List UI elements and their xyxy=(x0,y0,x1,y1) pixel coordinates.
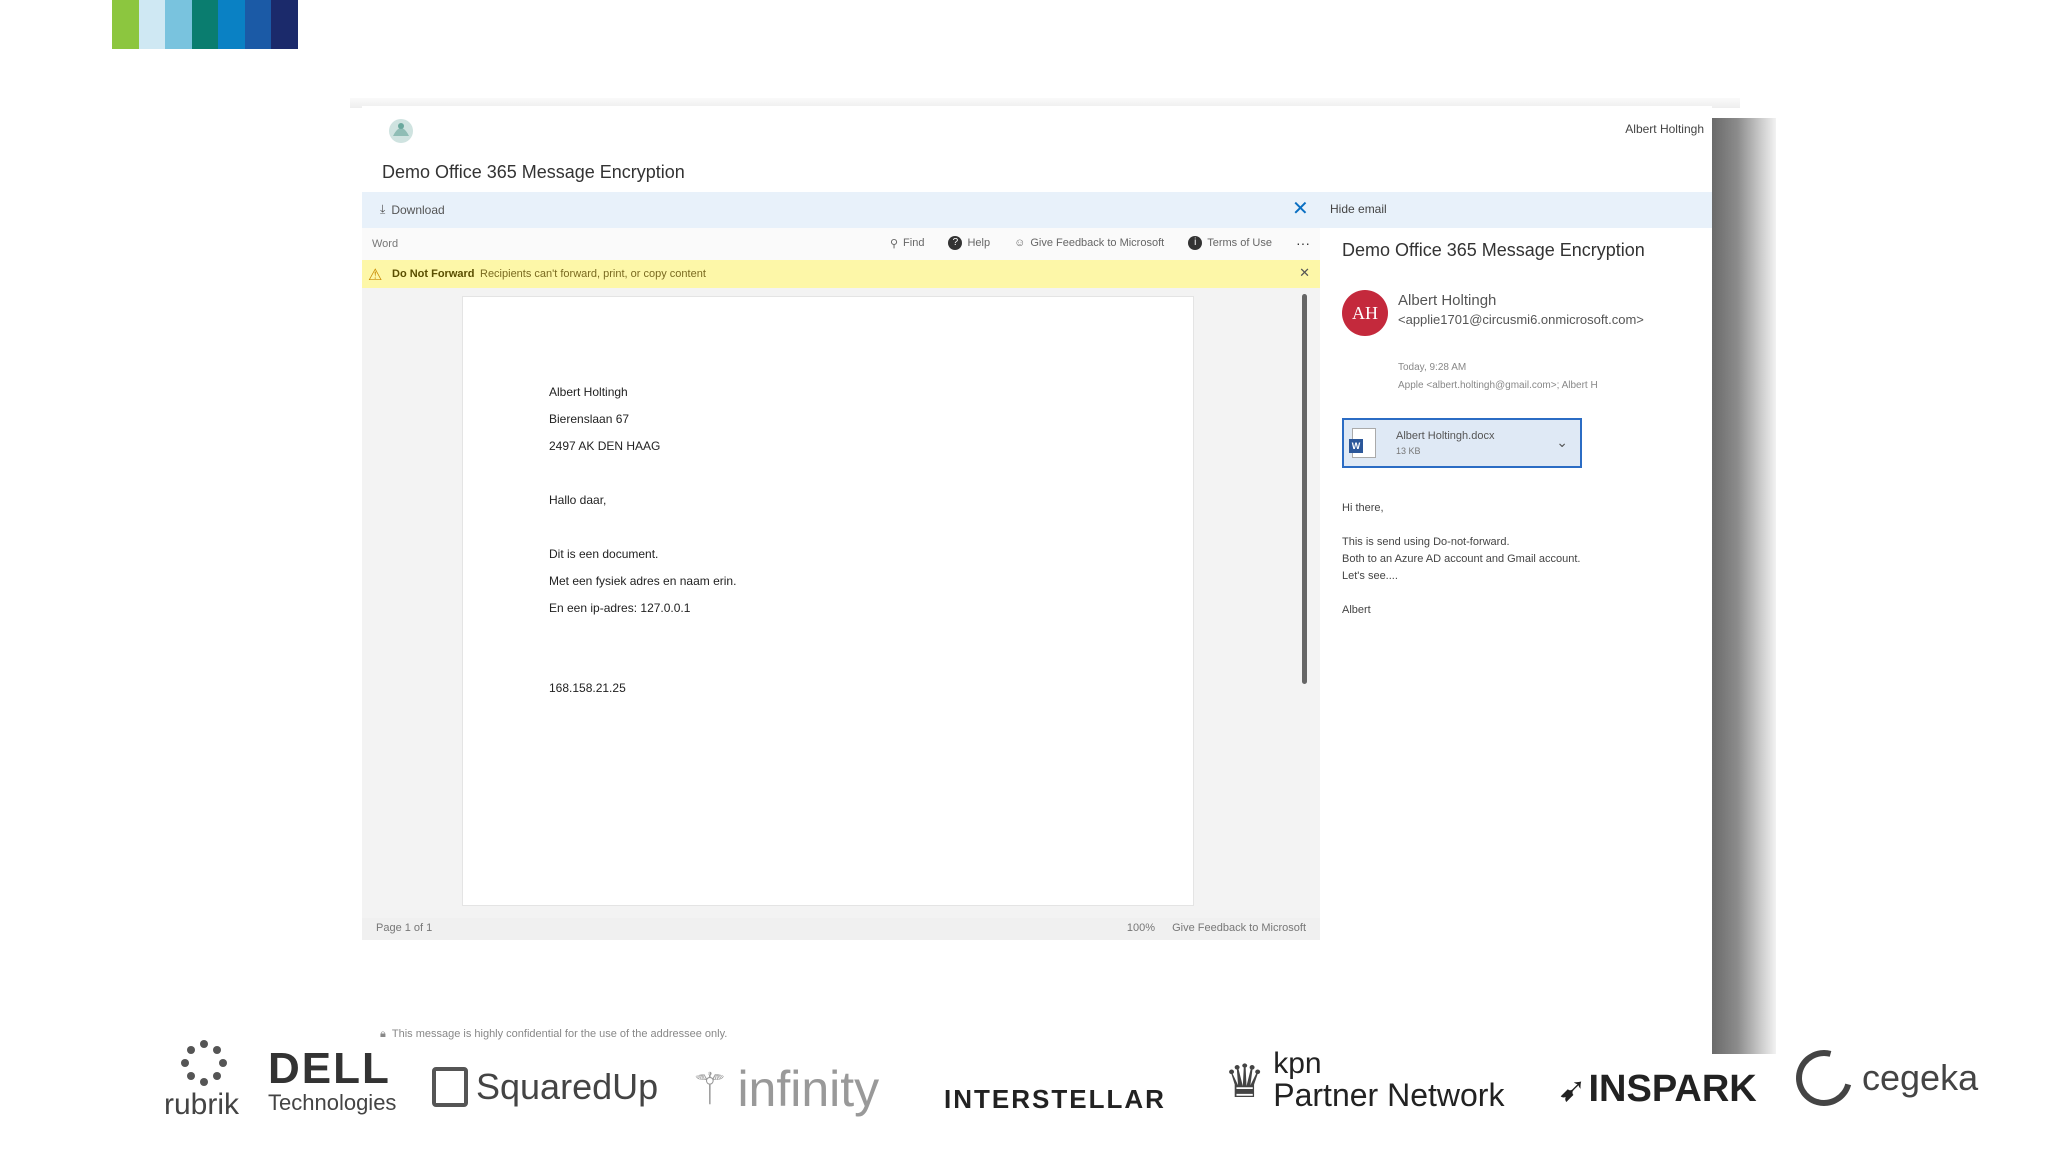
download-button[interactable]: ⤓ Download xyxy=(380,202,445,217)
dell-subtitle: Technologies xyxy=(268,1090,397,1115)
avatar: AH xyxy=(1342,290,1388,336)
doc-line: 168.158.21.25 xyxy=(549,681,626,695)
find-label: Find xyxy=(903,237,925,249)
attachment-size: 13 KB xyxy=(1396,446,1421,456)
crest-logo-icon xyxy=(389,119,413,143)
cegeka-wordmark: cegeka xyxy=(1862,1057,1979,1098)
infinity-mark-icon: ⚚ xyxy=(690,1064,730,1114)
page-title: Demo Office 365 Message Encryption xyxy=(382,162,685,182)
colorbar-segment xyxy=(244,0,272,49)
colorbar-segment xyxy=(165,0,192,49)
dell-logo: DELL Technologies xyxy=(268,1044,396,1116)
attachment-card[interactable]: W Albert Holtingh.docx 13 KB ⌄ xyxy=(1342,418,1582,468)
encrypted-message-window: Albert Holtingh Demo Office 365 Message … xyxy=(362,106,1712,1054)
mail-time: Today, 9:28 AM xyxy=(1398,362,1467,373)
inspark-logo: ➹ INSPARK xyxy=(1558,1068,1757,1111)
doc-line: 2497 AK DEN HAAG xyxy=(549,439,661,453)
mail-body-line: Hi there, xyxy=(1342,502,1384,514)
signed-in-user[interactable]: Albert Holtingh xyxy=(1625,122,1704,136)
cegeka-logo: cegeka xyxy=(1785,1039,1979,1117)
sender-email: <applie1701@circusmi6.onmicrosoft.com> xyxy=(1398,312,1644,327)
zoom-level[interactable]: 100% xyxy=(1127,922,1155,934)
infinity-wordmark: infinity xyxy=(737,1061,880,1117)
search-icon: ⚲ xyxy=(889,237,899,250)
close-icon[interactable]: ✕ xyxy=(1292,196,1309,221)
doc-line: Met een fysiek adres en naam erin. xyxy=(549,574,737,588)
command-bar: ⤓ Download ✕ Hide email xyxy=(362,192,1712,228)
chevron-down-icon[interactable]: ⌄ xyxy=(1556,434,1568,451)
word-file-icon: W xyxy=(1349,428,1376,458)
doc-line: Dit is een document. xyxy=(549,547,659,561)
brand-colorbar xyxy=(112,0,299,49)
mail-recipients: Apple <albert.holtingh@gmail.com>; Alber… xyxy=(1398,380,1598,391)
terms-label: Terms of Use xyxy=(1207,237,1272,249)
more-options-button[interactable]: ··· xyxy=(1296,235,1310,251)
download-label: Download xyxy=(391,202,445,217)
terms-button[interactable]: i Terms of Use xyxy=(1188,236,1272,250)
kpn-logo: ♛ kpn Partner Network xyxy=(1224,1047,1505,1113)
inspark-wordmark: INSPARK xyxy=(1588,1068,1757,1110)
inspark-mark-icon: ➹ xyxy=(1558,1070,1587,1109)
feedback-label: Give Feedback to Microsoft xyxy=(1030,237,1165,249)
status-feedback-link[interactable]: Give Feedback to Microsoft xyxy=(1172,922,1306,934)
colorbar-segment xyxy=(191,0,219,49)
infinity-logo: ⚚ infinity xyxy=(690,1060,879,1118)
colorbar-segment xyxy=(218,0,245,49)
document-page: Albert Holtingh Bierenslaan 67 2497 AK D… xyxy=(462,296,1194,906)
app-label: Word xyxy=(372,238,399,250)
interstellar-wordmark: INTERSTELLAR xyxy=(944,1084,1166,1114)
squaredup-wordmark: SquaredUp xyxy=(476,1066,659,1107)
viewer-toolbar: Word ⚲ Find ? Help ☺ Give Feedback to Mi… xyxy=(362,228,1320,260)
help-icon: ? xyxy=(948,236,963,250)
mail-subject: Demo Office 365 Message Encryption xyxy=(1342,240,1645,260)
frame-shadow xyxy=(1712,118,1776,1054)
find-button[interactable]: ⚲ Find xyxy=(890,237,924,250)
kpn-subtitle: Partner Network xyxy=(1273,1077,1505,1113)
rubrik-wordmark: rubrik xyxy=(164,1088,240,1121)
partner-logos: rubrik DELL Technologies SquaredUp ⚚ inf… xyxy=(0,1039,2048,1152)
colorbar-segment xyxy=(271,0,299,49)
kpn-wordmark: kpn xyxy=(1273,1047,1322,1080)
viewer-status-bar: Page 1 of 1 100% Give Feedback to Micros… xyxy=(362,918,1320,940)
page-count: Page 1 of 1 xyxy=(376,922,433,934)
warning-icon: ⚠ xyxy=(368,267,383,284)
colorbar-segment xyxy=(138,0,166,49)
interstellar-logo: INTERSTELLAR xyxy=(944,1084,1166,1115)
viewer-scrollbar[interactable] xyxy=(1302,294,1307,684)
document-viewer: Word ⚲ Find ? Help ☺ Give Feedback to Mi… xyxy=(362,228,1320,940)
dell-wordmark: DELL xyxy=(268,1044,391,1093)
colorbar-segment xyxy=(112,0,139,49)
sender-name: Albert Holtingh xyxy=(1398,292,1497,309)
cegeka-swirl-icon xyxy=(1785,1039,1863,1117)
doc-line: Bierenslaan 67 xyxy=(549,412,630,426)
hide-email-button[interactable]: Hide email xyxy=(1330,202,1387,216)
squaredup-mark-icon xyxy=(432,1067,468,1107)
mail-body-line: Both to an Azure AD account and Gmail ac… xyxy=(1342,553,1581,565)
warning-title: Do Not Forward xyxy=(392,268,475,280)
doc-line: Albert Holtingh xyxy=(549,385,628,399)
doc-line: Hallo daar, xyxy=(549,493,607,507)
rubrik-mark-icon xyxy=(181,1040,227,1086)
info-icon: i xyxy=(1188,236,1203,250)
download-icon: ⤓ xyxy=(380,202,386,216)
squaredup-logo: SquaredUp xyxy=(432,1066,658,1108)
mail-body-line: This is send using Do-not-forward. xyxy=(1342,536,1510,548)
feedback-button[interactable]: ☺ Give Feedback to Microsoft xyxy=(1014,237,1164,249)
mail-body-line: Albert xyxy=(1342,604,1371,616)
attachment-name: Albert Holtingh.docx xyxy=(1396,430,1495,442)
smiley-icon: ☺ xyxy=(1014,237,1026,249)
doc-line: En een ip-adres: 127.0.0.1 xyxy=(549,601,691,615)
warning-text: Recipients can't forward, print, or copy… xyxy=(480,268,706,280)
do-not-forward-banner: ⚠ Do Not Forward Recipients can't forwar… xyxy=(362,260,1320,288)
help-button[interactable]: ? Help xyxy=(948,236,990,250)
help-label: Help xyxy=(967,237,991,249)
mail-body-line: Let's see.... xyxy=(1342,570,1398,582)
kpn-crown-icon: ♛ xyxy=(1224,1055,1266,1107)
close-banner-icon[interactable]: ✕ xyxy=(1299,265,1310,281)
